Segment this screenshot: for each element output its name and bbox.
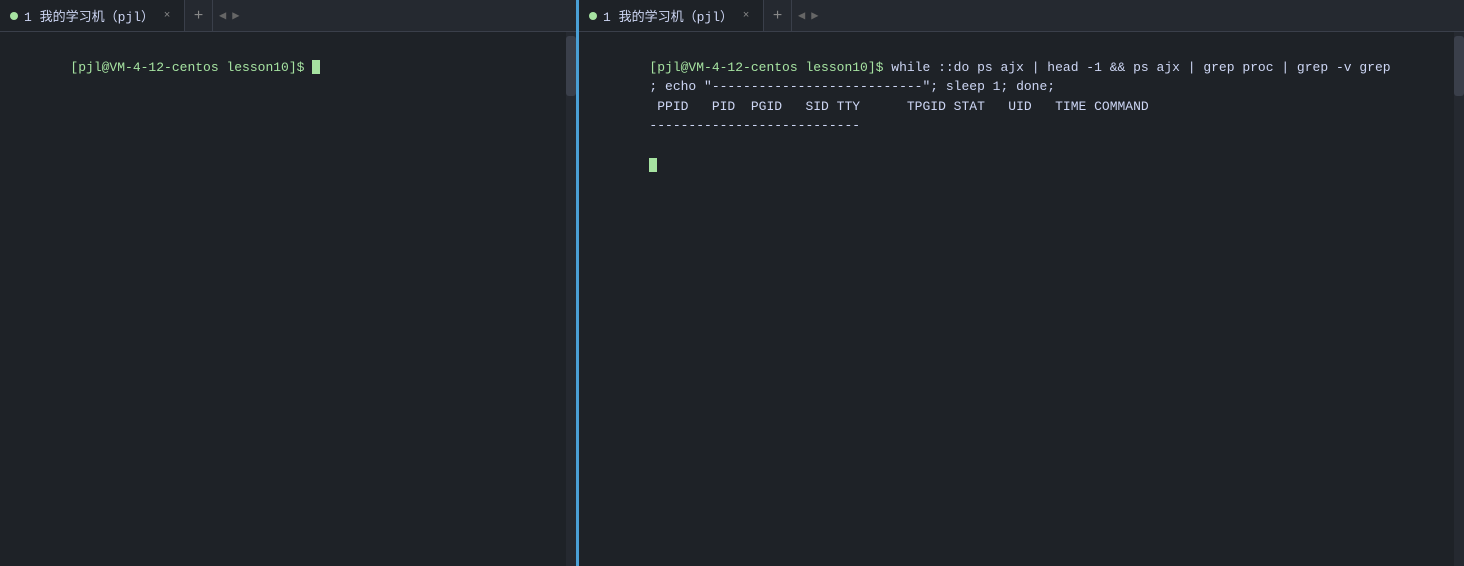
left-cursor [312, 60, 320, 74]
right-cursor-line [587, 157, 649, 172]
left-panel: 1 我的学习机（pjl） × + ◀ ▶ [pjl@VM-4-12-centos… [0, 0, 576, 566]
left-terminal-pane: [pjl@VM-4-12-centos lesson10]$ [0, 32, 576, 566]
right-tab-add[interactable]: + [764, 0, 792, 31]
left-tab-add[interactable]: + [185, 0, 213, 31]
right-scrollbar[interactable] [1454, 32, 1464, 566]
right-terminal-pane: [pjl@VM-4-12-centos lesson10]$ while ::d… [579, 32, 1464, 566]
right-prompt: [pjl@VM-4-12-centos lesson10]$ [649, 60, 883, 75]
left-nav-right[interactable]: ▶ [230, 8, 241, 23]
left-tab-bar: 1 我的学习机（pjl） × + ◀ ▶ [0, 0, 576, 32]
right-tab-active[interactable]: 1 我的学习机（pjl） × [579, 0, 764, 31]
right-nav-left[interactable]: ◀ [796, 8, 807, 23]
right-tab-nav: ◀ ▶ [792, 8, 824, 23]
right-cmd-line1: while ::do ps ajx | head -1 && ps ajx | … [883, 60, 1390, 75]
left-scrollbar[interactable] [566, 32, 576, 566]
left-tab-active[interactable]: 1 我的学习机（pjl） × [0, 0, 185, 31]
right-cursor [649, 158, 657, 172]
right-nav-right[interactable]: ▶ [809, 8, 820, 23]
left-tab-close[interactable]: × [160, 9, 174, 23]
right-panel: 1 我的学习机（pjl） × + ◀ ▶ [pjl@VM-4-12-centos… [579, 0, 1464, 566]
right-tab-close[interactable]: × [739, 9, 753, 23]
left-tab-label: 1 我的学习机（pjl） [24, 6, 154, 25]
left-prompt: [pjl@VM-4-12-centos lesson10]$ [70, 60, 312, 75]
right-output-header: PPID PID PGID SID TTY TPGID STAT UID TIM… [649, 99, 1148, 114]
left-tab-dot [10, 12, 18, 20]
app-container: 1 我的学习机（pjl） × + ◀ ▶ [pjl@VM-4-12-centos… [0, 0, 1464, 566]
right-terminal-content[interactable]: [pjl@VM-4-12-centos lesson10]$ while ::d… [579, 32, 1464, 200]
right-output-divider: --------------------------- [649, 118, 860, 133]
right-tab-label: 1 我的学习机（pjl） [603, 6, 733, 25]
left-nav-left[interactable]: ◀ [217, 8, 228, 23]
left-terminal-content[interactable]: [pjl@VM-4-12-centos lesson10]$ [0, 32, 576, 103]
right-scrollbar-thumb[interactable] [1454, 36, 1464, 96]
left-scrollbar-thumb[interactable] [566, 36, 576, 96]
right-tab-dot [589, 12, 597, 20]
left-tab-nav: ◀ ▶ [213, 8, 245, 23]
right-tab-bar: 1 我的学习机（pjl） × + ◀ ▶ [579, 0, 1464, 32]
right-cmd-line2: ; echo "---------------------------"; sl… [649, 79, 1055, 94]
